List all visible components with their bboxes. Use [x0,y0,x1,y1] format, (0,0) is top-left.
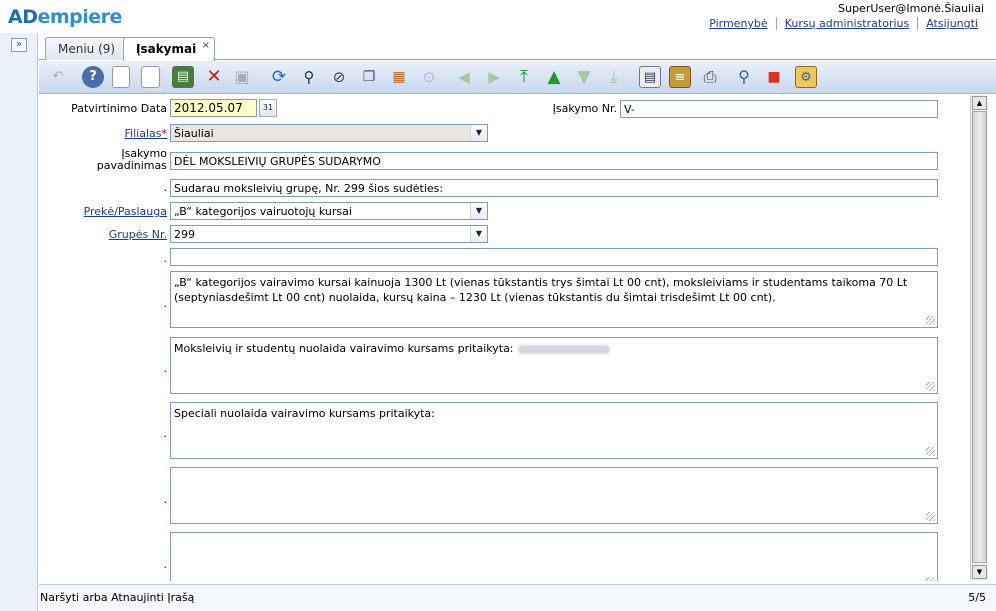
history-icon[interactable]: ⊙ [418,66,440,88]
chevron-down-icon[interactable]: ▼ [470,125,487,141]
text-area-5[interactable] [170,532,938,581]
branch-label: Filialas* [49,127,167,140]
text-area-1-content: „B“ kategorijos vairavimo kursai kainuoj… [174,276,908,304]
text-area-2[interactable]: Moksleivių ir studentų nuolaida vairavim… [170,337,938,394]
calendar-icon[interactable]: 31 [259,99,277,117]
required-marker: * [161,127,168,140]
branch-select[interactable]: Šiauliai ▼ [170,124,488,142]
description-field[interactable]: Sudarau moksleivių grupę, Nr. 299 šios s… [170,179,938,197]
redacted-text [517,344,610,354]
text-area-1-label: . [163,297,168,310]
report-icon[interactable]: ▤ [639,66,661,88]
undo-icon[interactable]: ↶ [47,66,69,88]
grid-toggle-icon[interactable]: ▦ [388,66,410,88]
resize-grip-icon[interactable] [926,316,935,325]
group-number-value: 299 [174,228,195,241]
first-record-icon[interactable]: ⤒ [513,66,535,88]
chat-icon[interactable]: ❐ [358,66,380,88]
logout-link[interactable]: Atsijungti [917,17,986,30]
parent-record-icon[interactable]: ▲ [543,66,565,88]
archive-icon[interactable]: ≡ [669,66,691,88]
status-bar: Naršyti arba Atnaujinti Įrašą 5/5 [39,584,996,611]
status-message: Naršyti arba Atnaujinti Įrašą [40,591,195,604]
expand-panel-icon[interactable]: » [11,38,27,52]
top-links: Pirmenybė Kursų administratorius Atsijun… [701,17,986,30]
text-area-1[interactable]: „B“ kategorijos vairavimo kursai kainuoj… [170,271,938,328]
attachment-icon[interactable]: ⊘ [328,66,350,88]
delete-icon[interactable]: ✕ [203,66,225,88]
record-count[interactable]: 5/5 [968,591,986,604]
empty-field-label: . [163,252,168,265]
save-icon[interactable]: ▣ [231,66,253,88]
branch-label-text[interactable]: Filialas [125,127,162,140]
text-area-3[interactable]: Speciali nuolaida vairavimo kursams prit… [170,402,938,459]
branch-value: Šiauliai [174,127,214,140]
group-number-label[interactable]: Grupės Nr. [49,228,167,241]
order-name-field[interactable]: DĖL MOKSLEIVIŲ GRUPĖS SUDARYMO [170,152,938,170]
order-name-label-line2: pavadinimas [96,159,167,172]
chevron-down-icon[interactable]: ▼ [470,203,487,219]
find-icon[interactable]: ⚲ [298,66,320,88]
tab-menu[interactable]: Meniu (9) [45,37,129,60]
workflow-icon[interactable]: ⚙ [795,66,817,88]
close-tab-icon[interactable]: × [202,40,210,51]
help-icon[interactable]: ? [82,66,104,88]
adempiere-logo: ADempiere [8,6,122,28]
next-record-icon[interactable]: ▶ [483,66,505,88]
order-number-label: Įsakymo Nr. [552,102,617,115]
approval-date-label: Patvirtinimo Data [71,102,167,115]
scroll-thumb[interactable] [972,111,987,563]
left-panel: » [0,33,38,611]
product-select[interactable]: „B“ kategorijos vairuotojų kursai ▼ [170,202,488,220]
copy-record-icon[interactable] [141,66,160,88]
chevron-down-icon[interactable]: ▼ [470,226,487,242]
order-name-label: Įsakymo pavadinimas [49,148,167,172]
scroll-up-icon[interactable]: ▲ [972,96,987,110]
approval-date-field[interactable]: 2012.05.07 [170,99,257,117]
text-area-4-label: . [163,493,168,506]
group-number-select[interactable]: 299 ▼ [170,225,488,243]
resize-grip-icon[interactable] [926,447,935,456]
tab-orders-label: Įsakymai [136,42,197,56]
tab-orders[interactable]: Įsakymai × [123,37,215,61]
delete-selection-icon[interactable]: ▤ [172,66,194,88]
text-area-2-content: Moksleivių ir studentų nuolaida vairavim… [174,342,514,355]
detail-record-icon[interactable]: ▼ [573,66,595,88]
empty-field[interactable] [170,248,938,266]
order-number-field[interactable]: V- [620,100,938,118]
requests-icon[interactable]: ■ [763,66,785,88]
tab-bar: Meniu (9) Įsakymai × [39,33,996,61]
text-area-3-content: Speciali nuolaida vairavimo kursams prit… [174,407,435,420]
tab-menu-label: Meniu (9) [58,42,116,56]
preferences-link[interactable]: Pirmenybė [701,17,776,30]
form-scrollbar[interactable]: ▲ ▼ [970,95,988,581]
resize-grip-icon[interactable] [926,512,935,521]
new-record-icon[interactable] [112,66,130,88]
description-label: . [163,181,168,194]
scroll-down-icon[interactable]: ▼ [972,565,987,579]
text-area-5-label: . [163,558,168,571]
resize-grip-icon[interactable] [926,382,935,391]
admin-link[interactable]: Kursų administratorius [775,17,918,30]
product-value: „B“ kategorijos vairuotojų kursai [174,205,352,218]
zoom-across-icon[interactable]: ⚲ [733,66,755,88]
text-area-3-label: . [163,427,168,440]
current-user: SuperUser@Imonė.Šiauliai [838,2,984,15]
last-record-icon[interactable]: ⤓ [603,66,625,88]
refresh-icon[interactable]: ⟳ [268,66,290,88]
product-label[interactable]: Prekė/Paslauga [49,205,167,218]
resize-grip-icon[interactable] [926,577,935,581]
record-form: Patvirtinimo Data 2012.05.07 31 Įsakymo … [39,95,969,581]
previous-record-icon[interactable]: ◀ [453,66,475,88]
toolbar: ↶ ? ▤ ✕ ▣ ⟳ ⚲ ⊘ ❐ ▦ ⊙ ◀ ▶ ⤒ ▲ ▼ ⤓ ▤ ≡ ⎙ … [39,61,996,94]
text-area-4[interactable] [170,467,938,524]
print-icon[interactable]: ⎙ [699,66,721,88]
app-header: ADempiere SuperUser@Imonė.Šiauliai Pirme… [0,0,996,33]
text-area-2-label: . [163,362,168,375]
